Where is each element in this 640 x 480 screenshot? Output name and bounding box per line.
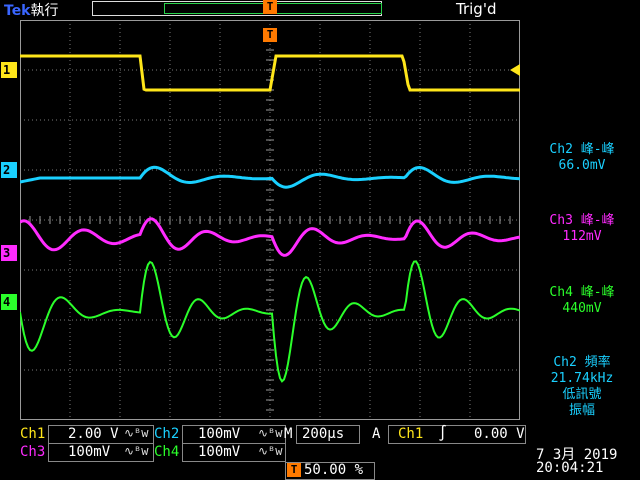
waveform-display[interactable] <box>20 20 520 420</box>
timebase-value: 200µs <box>302 426 345 442</box>
measurement-title: Ch4 峰-峰 <box>549 285 615 300</box>
ch4-marker-label: 4 <box>3 295 11 309</box>
top-status-bar: Tek執行 T Trig'd <box>0 0 640 20</box>
trigger-status: Trig'd <box>456 0 497 18</box>
measurement-value: 21.74kHz <box>550 371 614 386</box>
ch3-bandwidth-limit-icon: ∿ᴮw <box>124 444 149 458</box>
horizontal-position-value: 50.00 % <box>304 462 364 478</box>
measurement-value: 440mV <box>562 301 602 316</box>
ch4-ground-marker[interactable]: 4 <box>1 294 17 310</box>
ch1-marker-label: 1 <box>3 63 11 77</box>
ch2-label[interactable]: Ch2 <box>154 426 179 442</box>
measurement-title: Ch3 峰-峰 <box>549 213 615 228</box>
measurement-ch2-frequency: Ch2 頻率 21.74kHz 低訊號 振幅 <box>524 355 640 419</box>
brand-and-run-state: Tek執行 <box>4 0 59 20</box>
measurement-value: 66.0mV <box>558 158 606 173</box>
ch2-scale: 100mV <box>198 426 241 442</box>
measurement-ch3-peak-to-peak: Ch3 峰-峰 112mV <box>524 213 640 245</box>
measurement-warning-2: 振幅 <box>568 403 595 418</box>
trigger-level-arrow-icon <box>510 64 520 76</box>
ch4-waveform <box>20 260 520 383</box>
trigger-time-marker: T <box>263 28 277 42</box>
measurement-title: Ch2 頻率 <box>553 355 611 370</box>
ch4-label[interactable]: Ch4 <box>154 444 179 460</box>
trigger-level: 0.00 V <box>474 426 525 442</box>
measurement-ch4-peak-to-peak: Ch4 峰-峰 440mV <box>524 285 640 317</box>
trigger-source: Ch1 <box>398 426 424 442</box>
ch1-scale: 2.00 V <box>68 426 119 442</box>
ch4-scale: 100mV <box>198 444 241 460</box>
ch2-ground-marker[interactable]: 2 <box>1 162 17 178</box>
ch1-bandwidth-limit-icon: ∿ᴮw <box>124 426 149 440</box>
measurement-title: Ch2 峰-峰 <box>549 142 615 157</box>
trigger-position-marker: T <box>263 0 277 14</box>
ch3-ground-marker[interactable]: 3 <box>1 245 17 261</box>
trigger-position-icon: T <box>287 463 301 477</box>
timebase-label: M <box>284 426 293 442</box>
trigger-slope-icon: ∫ <box>438 424 448 442</box>
ch4-bandwidth-limit-icon: ∿ᴮw <box>258 444 283 458</box>
acquire-coupling-label: A <box>372 426 381 442</box>
time: 20:04:21 <box>536 460 604 476</box>
ch3-label[interactable]: Ch3 <box>20 444 45 460</box>
measurement-warning: 低訊號 <box>562 387 602 402</box>
measurement-value: 112mV <box>562 229 602 244</box>
ch2-bandwidth-limit-icon: ∿ᴮw <box>258 426 283 440</box>
ch2-marker-label: 2 <box>3 163 11 177</box>
ch1-ground-marker[interactable]: 1 <box>1 62 17 78</box>
ch3-scale: 100mV <box>68 444 111 460</box>
run-state: 執行 <box>30 3 59 19</box>
measurement-ch2-peak-to-peak: Ch2 峰-峰 66.0mV <box>524 142 640 174</box>
ch1-label[interactable]: Ch1 <box>20 426 45 442</box>
ch3-marker-label: 3 <box>3 246 11 260</box>
brand-logo: Tek <box>4 3 31 19</box>
